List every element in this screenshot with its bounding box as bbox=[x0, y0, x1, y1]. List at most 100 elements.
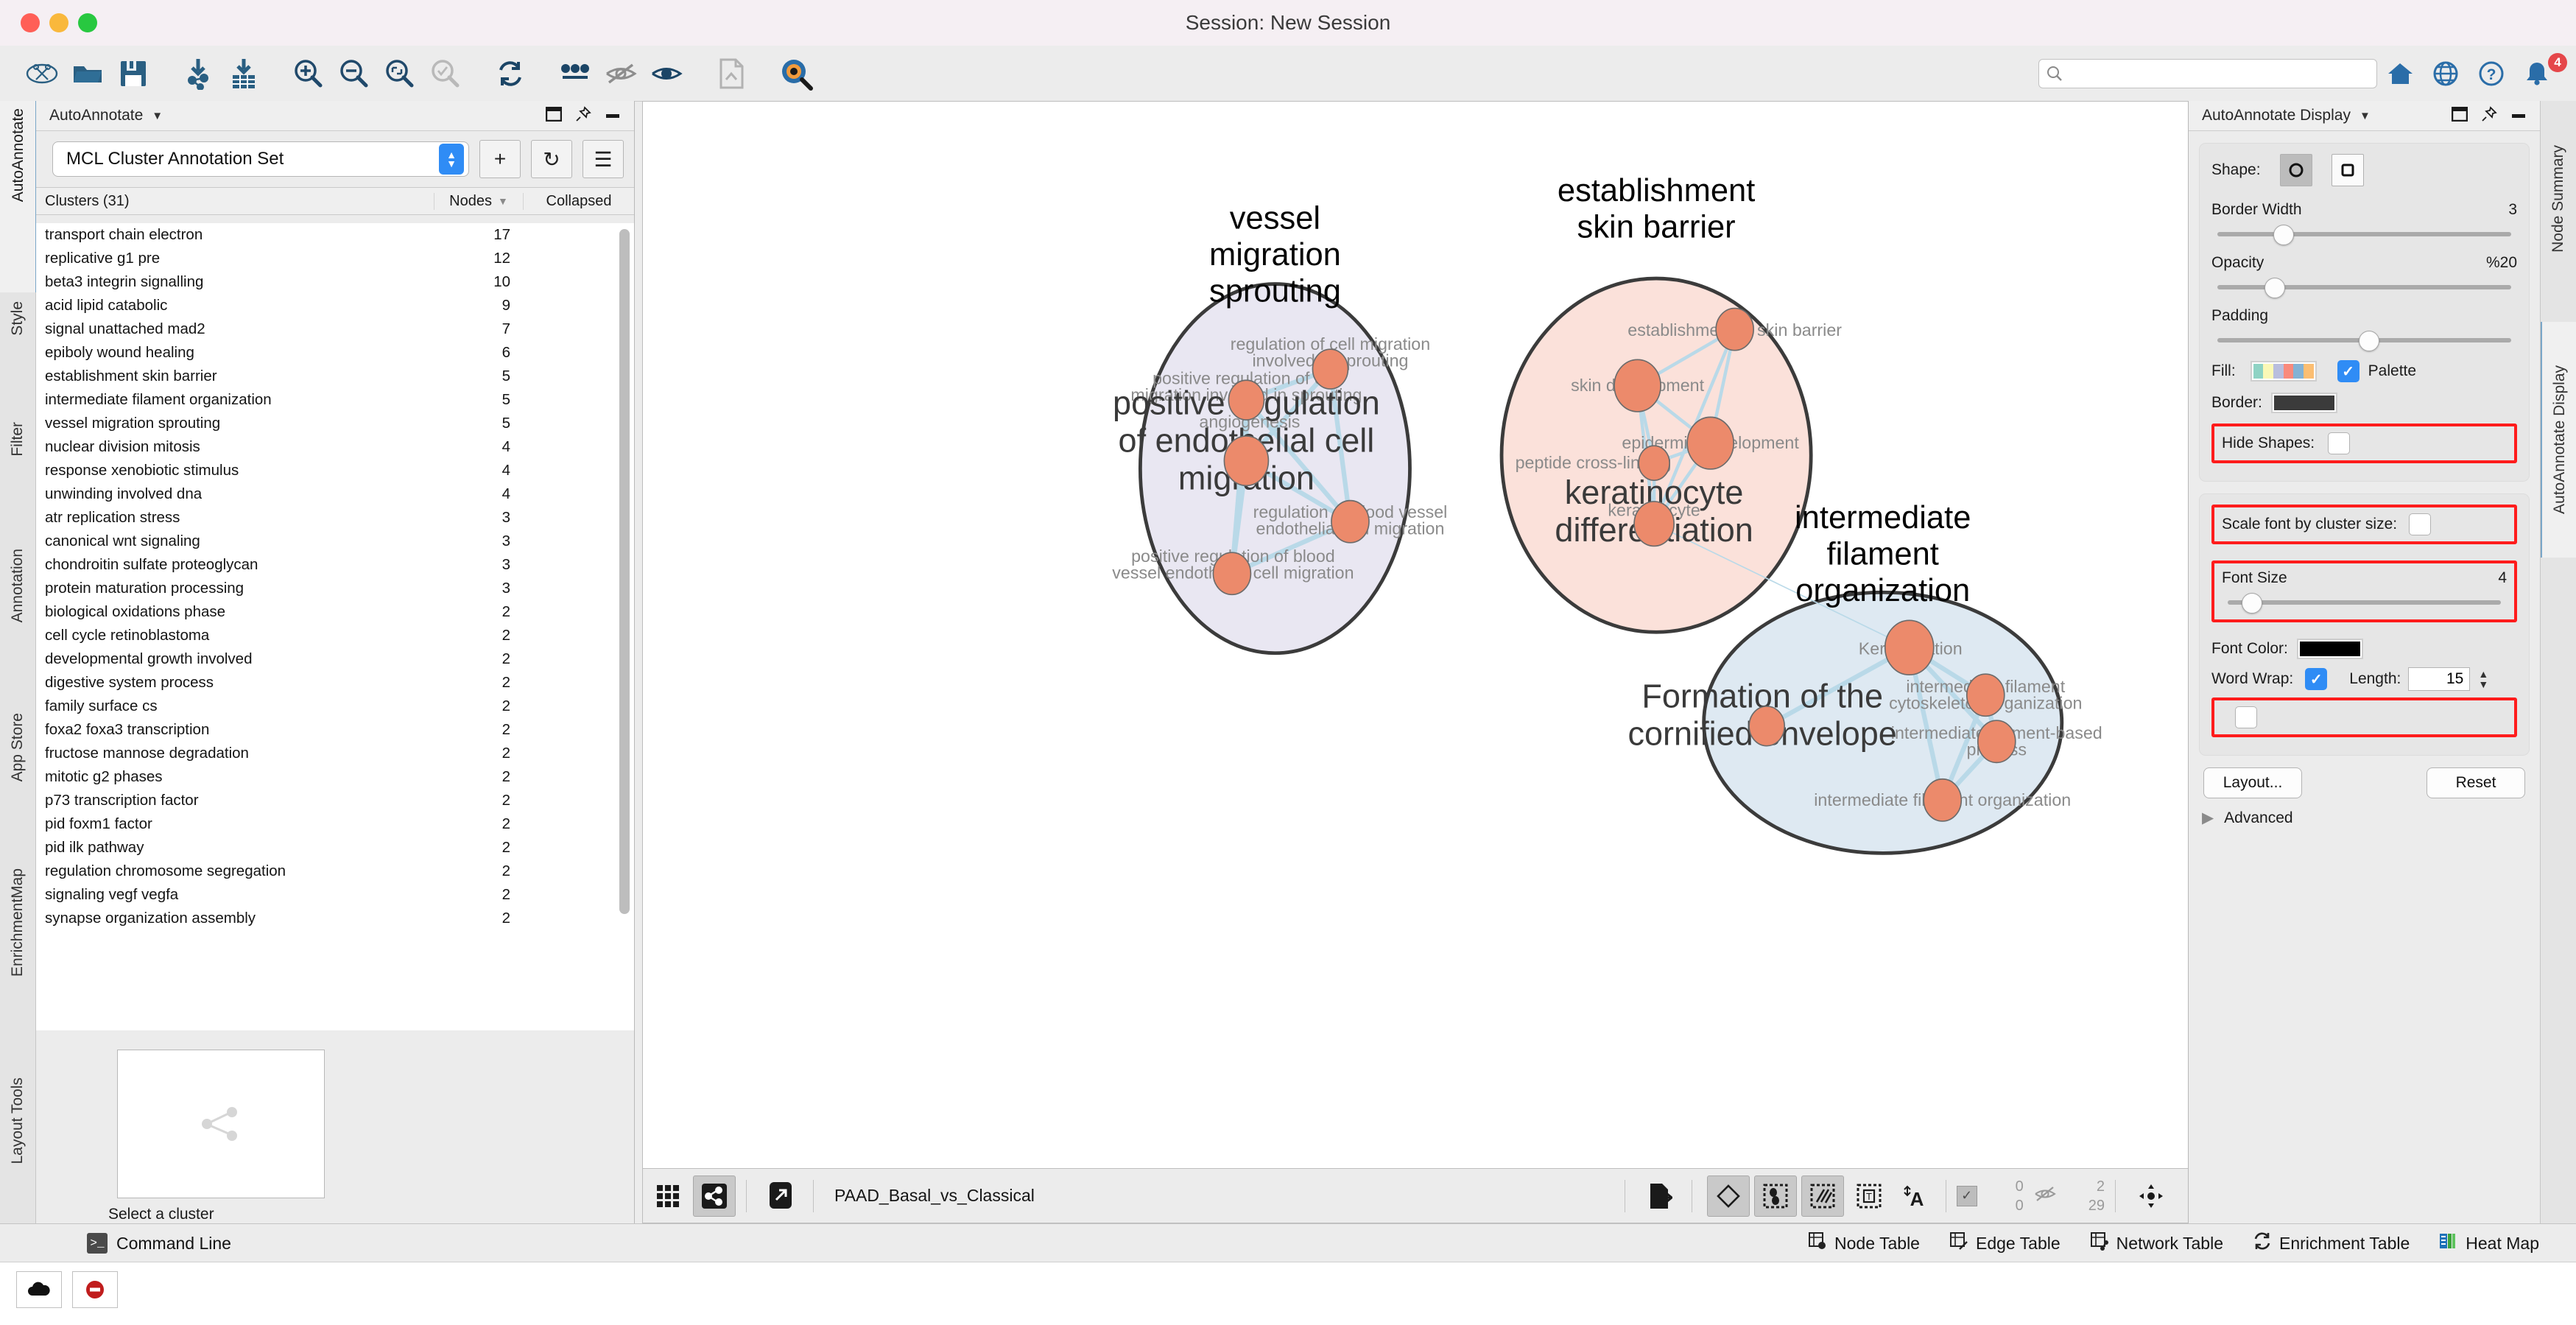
table-row[interactable]: establishment skin barrier5 bbox=[36, 365, 634, 388]
export-image-icon[interactable] bbox=[708, 51, 754, 96]
table-row[interactable]: atr replication stress3 bbox=[36, 506, 634, 530]
network-node[interactable] bbox=[1716, 309, 1753, 351]
select-mode-button[interactable] bbox=[1707, 1175, 1750, 1217]
network-node[interactable] bbox=[1885, 620, 1934, 675]
globe-icon[interactable] bbox=[2423, 51, 2468, 96]
layout-button[interactable]: Layout... bbox=[2203, 767, 2302, 798]
table-row[interactable]: beta3 integrin signalling10 bbox=[36, 270, 634, 294]
slider-knob[interactable] bbox=[2359, 331, 2379, 351]
home-icon[interactable] bbox=[2377, 51, 2423, 96]
advanced-disclosure[interactable]: ▶ Advanced bbox=[2202, 809, 2540, 827]
network-node[interactable] bbox=[1687, 417, 1734, 469]
show-hidden-checkbox[interactable]: ✓ bbox=[1957, 1186, 1977, 1206]
show-all-icon[interactable] bbox=[644, 51, 689, 96]
table-row[interactable]: protein maturation processing3 bbox=[36, 577, 634, 600]
minimize-panel-icon[interactable] bbox=[605, 109, 621, 122]
network-node[interactable] bbox=[1331, 501, 1369, 543]
hide-unselected-icon[interactable] bbox=[598, 51, 644, 96]
opacity-slider[interactable] bbox=[2217, 278, 2511, 297]
chevron-down-icon[interactable]: ▼ bbox=[152, 110, 163, 122]
network-view-button[interactable] bbox=[693, 1175, 736, 1217]
table-row[interactable]: unwinding involved dna4 bbox=[36, 482, 634, 506]
border-width-slider[interactable] bbox=[2217, 225, 2511, 244]
shape-rectangle-button[interactable] bbox=[2332, 154, 2364, 186]
detach-view-button[interactable] bbox=[761, 1176, 803, 1216]
zoom-fit-icon[interactable] bbox=[377, 51, 423, 96]
table-row[interactable]: mitotic g2 phases2 bbox=[36, 765, 634, 789]
network-canvas[interactable]: regulation of cell migrationinvolved in … bbox=[642, 101, 2189, 1169]
table-row[interactable]: epiboly wound healing6 bbox=[36, 341, 634, 365]
new-network-icon[interactable] bbox=[19, 51, 65, 96]
hide-labels-checkbox[interactable] bbox=[2235, 706, 2257, 728]
sidebar-item-enrichmentmap[interactable]: EnrichmentMap bbox=[0, 827, 35, 1019]
table-row[interactable]: fructose mannose degradation2 bbox=[36, 742, 634, 765]
fill-palette-swatch[interactable] bbox=[2251, 361, 2317, 382]
border-color-swatch[interactable] bbox=[2271, 393, 2337, 413]
network-node[interactable] bbox=[1978, 720, 2016, 762]
network-node[interactable] bbox=[1224, 436, 1268, 485]
search-input[interactable] bbox=[2038, 59, 2377, 88]
network-node[interactable] bbox=[1639, 446, 1669, 480]
table-row[interactable]: signaling vegf vegfa2 bbox=[36, 883, 634, 907]
table-row[interactable]: foxa2 foxa3 transcription2 bbox=[36, 718, 634, 742]
select-annotations-button[interactable]: T bbox=[1848, 1176, 1890, 1216]
column-header-clusters[interactable]: Clusters (31) bbox=[36, 193, 434, 210]
sidebar-item-layout-tools[interactable]: Layout Tools bbox=[0, 1029, 35, 1213]
network-node[interactable] bbox=[1634, 502, 1674, 546]
length-input[interactable]: 15 bbox=[2408, 667, 2470, 691]
table-row[interactable]: p73 transcription factor2 bbox=[36, 789, 634, 812]
network-node[interactable] bbox=[1749, 706, 1784, 746]
search-network-icon[interactable] bbox=[773, 51, 819, 96]
table-row[interactable]: regulation chromosome segregation2 bbox=[36, 860, 634, 883]
reset-button[interactable]: Reset bbox=[2427, 767, 2525, 798]
table-row[interactable]: intermediate filament organization5 bbox=[36, 388, 634, 412]
table-row[interactable]: transport chain electron17 bbox=[36, 223, 634, 247]
font-color-swatch[interactable] bbox=[2297, 639, 2363, 659]
stop-task-button[interactable] bbox=[72, 1271, 118, 1308]
annotation-set-select[interactable]: MCL Cluster Annotation Set ▲▼ bbox=[52, 141, 469, 177]
palette-checkbox[interactable]: ✓ bbox=[2337, 360, 2359, 382]
tab-node-table[interactable]: Node Table bbox=[1808, 1231, 1920, 1255]
table-row[interactable]: digestive system process2 bbox=[36, 671, 634, 695]
minimize-panel-icon[interactable] bbox=[2510, 109, 2527, 122]
tab-enrichment-table[interactable]: Enrichment Table bbox=[2253, 1231, 2410, 1255]
import-network-icon[interactable] bbox=[175, 51, 221, 96]
shape-ellipse-button[interactable] bbox=[2280, 154, 2312, 186]
float-panel-icon[interactable] bbox=[2452, 107, 2468, 125]
network-node[interactable] bbox=[1924, 779, 1961, 821]
table-row[interactable]: synapse organization assembly2 bbox=[36, 907, 634, 930]
word-wrap-checkbox[interactable]: ✓ bbox=[2305, 668, 2327, 690]
hide-shapes-checkbox[interactable] bbox=[2328, 432, 2350, 454]
float-panel-icon[interactable] bbox=[546, 107, 562, 125]
chevron-down-icon[interactable]: ▼ bbox=[2359, 110, 2371, 122]
table-row[interactable]: pid foxm1 factor2 bbox=[36, 812, 634, 836]
table-row[interactable]: acid lipid catabolic9 bbox=[36, 294, 634, 317]
sidebar-item-autoannotate-display[interactable]: AutoAnnotate Display bbox=[2541, 322, 2576, 558]
annotation-set-menu-button[interactable]: ☰ bbox=[583, 140, 624, 178]
slider-knob[interactable] bbox=[2273, 225, 2294, 245]
pin-panel-icon[interactable] bbox=[2481, 106, 2497, 126]
add-annotation-set-button[interactable]: + bbox=[479, 140, 521, 178]
select-nodes-button[interactable] bbox=[1754, 1175, 1797, 1217]
zoom-out-icon[interactable] bbox=[331, 51, 377, 96]
table-row[interactable]: canonical wnt signaling3 bbox=[36, 530, 634, 553]
table-row[interactable]: replicative g1 pre12 bbox=[36, 247, 634, 270]
length-stepper[interactable]: ▲▼ bbox=[2473, 667, 2494, 692]
move-annotation-button[interactable]: A bbox=[1894, 1176, 1935, 1216]
refresh-icon[interactable] bbox=[488, 51, 533, 96]
sidebar-item-filter[interactable]: Filter bbox=[0, 384, 35, 494]
clusters-table-scrollbar[interactable] bbox=[619, 229, 630, 914]
sidebar-item-node-summary[interactable]: Node Summary bbox=[2541, 107, 2576, 291]
table-row[interactable]: vessel migration sprouting5 bbox=[36, 412, 634, 435]
command-line-tab[interactable]: >_ Command Line bbox=[87, 1233, 231, 1254]
import-table-icon[interactable] bbox=[221, 51, 267, 96]
tab-edge-table[interactable]: Edge Table bbox=[1949, 1231, 2061, 1255]
export-network-button[interactable] bbox=[1640, 1176, 1681, 1216]
layout-grid-icon[interactable] bbox=[552, 51, 598, 96]
scale-font-checkbox[interactable] bbox=[2409, 513, 2431, 535]
table-row[interactable]: cell cycle retinoblastoma2 bbox=[36, 624, 634, 647]
network-node[interactable] bbox=[1312, 349, 1348, 389]
font-size-slider[interactable] bbox=[2228, 593, 2501, 612]
help-icon[interactable]: ? bbox=[2468, 51, 2514, 96]
sidebar-item-autoannotate[interactable]: AutoAnnotate bbox=[0, 101, 37, 292]
